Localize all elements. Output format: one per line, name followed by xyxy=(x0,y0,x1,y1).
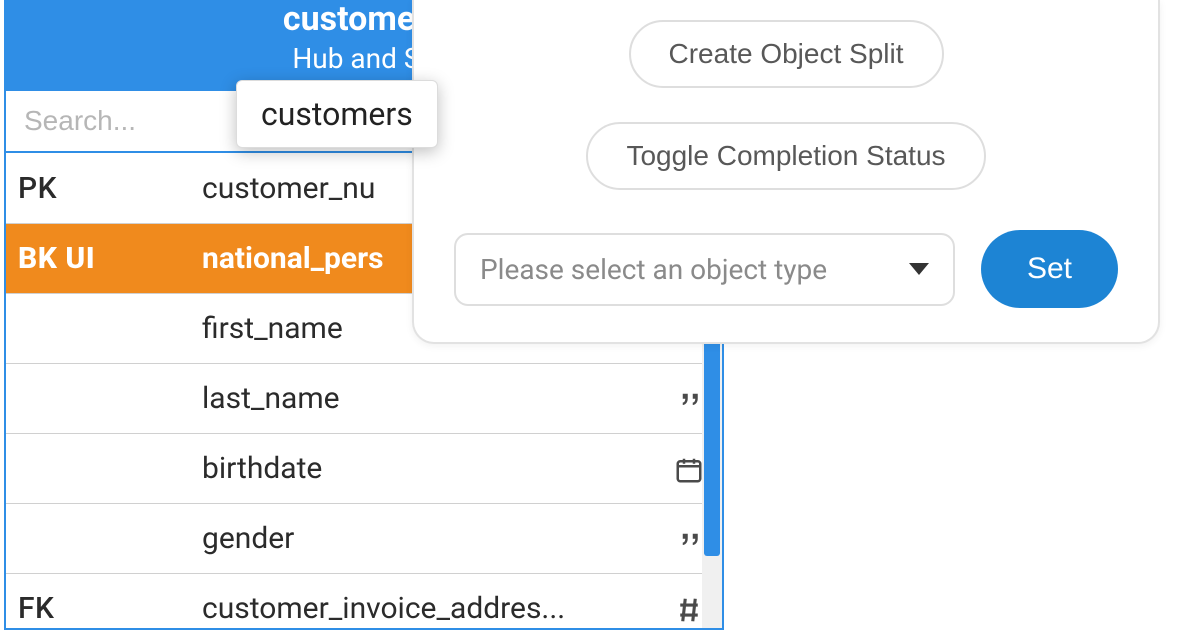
create-object-split-button[interactable]: Create Object Split xyxy=(629,20,944,88)
object-type-select-placeholder: Please select an object type xyxy=(480,253,827,286)
column-name: last_name xyxy=(202,381,656,416)
chevron-down-icon xyxy=(909,263,929,275)
entity-title-tooltip: customers xyxy=(236,80,438,148)
column-row[interactable]: last_name xyxy=(6,363,722,433)
tooltip-text: customers xyxy=(261,95,413,133)
column-key-badge: FK xyxy=(18,591,202,626)
column-key-badge: BK UI xyxy=(18,241,202,276)
column-name: birthdate xyxy=(202,451,656,486)
column-row[interactable]: gender xyxy=(6,503,722,573)
set-button[interactable]: Set xyxy=(981,230,1118,308)
toggle-completion-status-button[interactable]: Toggle Completion Status xyxy=(586,122,985,190)
search-input[interactable] xyxy=(6,91,236,151)
quote-icon xyxy=(656,381,704,416)
hash-icon xyxy=(656,591,704,626)
quote-icon xyxy=(656,521,704,556)
column-key-badge: PK xyxy=(18,171,202,206)
column-row[interactable]: FKcustomer_invoice_addres... xyxy=(6,573,722,630)
column-name: customer_invoice_addres... xyxy=(202,591,656,626)
column-row[interactable]: birthdate xyxy=(6,433,722,503)
column-name: gender xyxy=(202,521,656,556)
calendar-icon xyxy=(656,451,704,486)
actions-popover: Create Object Split Toggle Completion St… xyxy=(412,0,1160,344)
object-type-select[interactable]: Please select an object type xyxy=(454,233,955,306)
